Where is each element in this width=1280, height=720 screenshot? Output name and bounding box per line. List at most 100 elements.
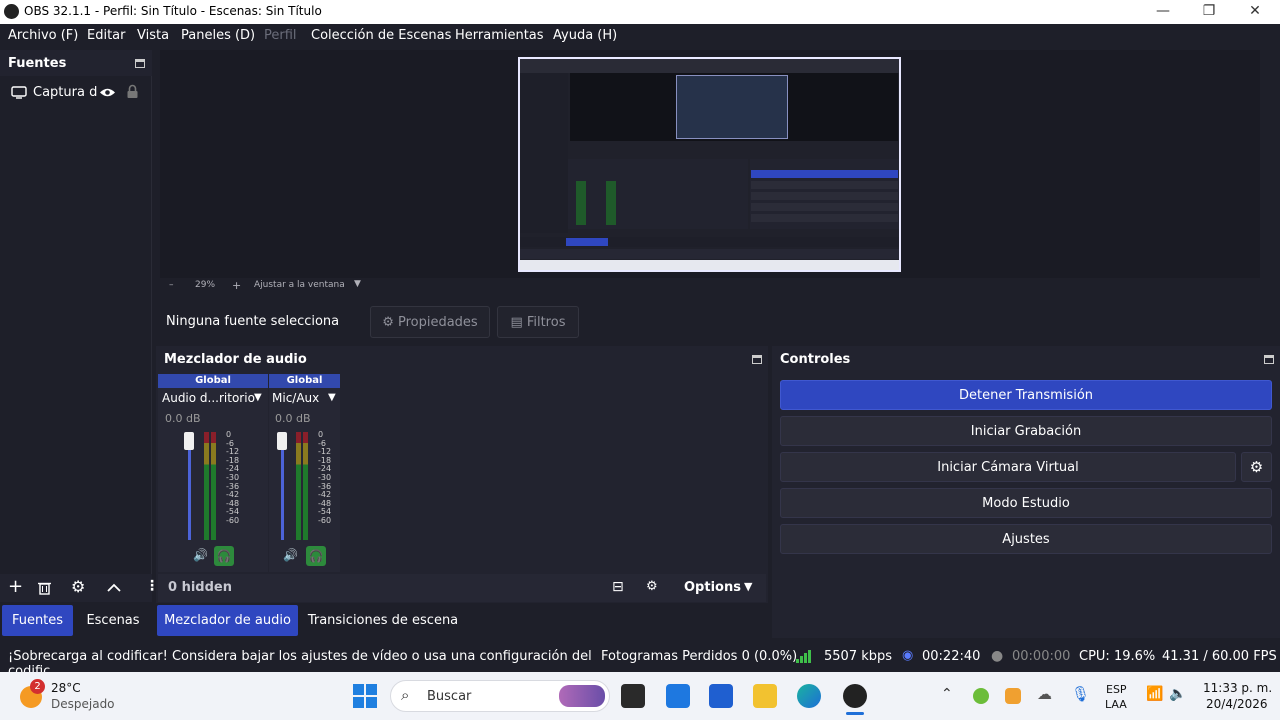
speaker-icon[interactable]: 🔊 bbox=[193, 548, 208, 562]
eye-icon[interactable] bbox=[99, 87, 116, 98]
volume-slider-handle[interactable] bbox=[184, 432, 194, 450]
chevron-down-icon[interactable]: ▼ bbox=[328, 392, 336, 403]
meter-scale: 0 -6 -12 -18 -24 -30 -36 -42 -48 -54 -60 bbox=[226, 430, 240, 525]
zoom-in-icon[interactable]: + bbox=[232, 279, 241, 292]
clock-date[interactable]: 20/4/2026 bbox=[1206, 697, 1268, 711]
hidden-count: 0 hidden bbox=[168, 580, 232, 595]
mixer-channel: Global Audio d...ritorio ▼ 0.0 dB 0 -6 -12… bbox=[158, 374, 268, 572]
stream-icon: ◉ bbox=[902, 648, 914, 663]
filters-button[interactable]: ▤ Filtros bbox=[497, 306, 579, 338]
cpu-usage: CPU: 19.6% bbox=[1079, 649, 1156, 664]
lock-icon[interactable] bbox=[126, 84, 139, 99]
menu-vista[interactable]: Vista bbox=[137, 28, 169, 43]
microphone-icon[interactable]: 🎙 bbox=[1071, 685, 1090, 703]
active-app-indicator bbox=[846, 712, 864, 715]
fps: 41.31 / 60.00 FPS bbox=[1162, 649, 1277, 664]
mixer-title: Mezclador de audio bbox=[164, 352, 307, 367]
headphones-icon[interactable]: 🎧 bbox=[214, 546, 234, 566]
taskbar-search[interactable]: ⌕ Buscar bbox=[390, 680, 610, 712]
gear-icon[interactable]: ⚙ bbox=[71, 577, 85, 596]
file-explorer-icon[interactable] bbox=[753, 684, 777, 708]
options-button[interactable]: Options bbox=[684, 580, 741, 595]
volume-slider-handle[interactable] bbox=[277, 432, 287, 450]
meter-scale: 0 -6 -12 -18 -24 -30 -36 -42 -48 -54 -60 bbox=[318, 430, 332, 525]
context-bar: Ninguna fuente selecciona bbox=[156, 302, 1280, 342]
search-icon: ⌕ bbox=[401, 686, 410, 704]
tray-app-icon[interactable] bbox=[973, 688, 989, 704]
virtual-camera-button[interactable]: Iniciar Cámara Virtual bbox=[780, 452, 1236, 482]
speaker-icon[interactable]: 🔊 bbox=[283, 548, 298, 562]
menu-perfil[interactable]: Perfil bbox=[264, 28, 297, 43]
mixer-toolbar: 0 hidden ⊟ ⚙ Options ▼ bbox=[158, 574, 766, 602]
tab-transiciones[interactable]: Transiciones de escena bbox=[302, 605, 464, 636]
task-view-icon[interactable] bbox=[621, 684, 645, 708]
weather-desc: Despejado bbox=[51, 697, 115, 711]
sources-dock: Fuentes bbox=[0, 50, 152, 600]
weather-temp: 28°C bbox=[51, 681, 81, 695]
menu-editar[interactable]: Editar bbox=[87, 28, 126, 43]
undock-icon[interactable] bbox=[752, 355, 762, 364]
menu-ayuda[interactable]: Ayuda (H) bbox=[553, 28, 617, 43]
microsoft-store-icon[interactable] bbox=[709, 684, 733, 708]
add-source-icon[interactable]: + bbox=[8, 576, 23, 597]
level-meter bbox=[296, 432, 301, 540]
monitor-icon bbox=[11, 86, 27, 99]
source-label: Captura d bbox=[33, 85, 98, 100]
wifi-icon[interactable]: 📶 bbox=[1146, 686, 1163, 702]
bitrate: 5507 kbps bbox=[824, 649, 893, 664]
filters-label: Filtros bbox=[526, 314, 566, 330]
zoom-level: 29% bbox=[195, 280, 216, 290]
properties-button[interactable]: ⚙ Propiedades bbox=[370, 306, 490, 338]
maximize-button[interactable]: ❐ bbox=[1186, 0, 1232, 24]
zoom-out-icon[interactable]: – bbox=[169, 280, 174, 290]
advanced-settings-icon[interactable]: ⚙ bbox=[646, 579, 658, 594]
menu-coleccion-escenas[interactable]: Colección de Escenas bbox=[311, 28, 451, 43]
undock-icon[interactable] bbox=[1264, 355, 1274, 364]
notification-badge: 2 bbox=[30, 679, 45, 694]
settings-button[interactable]: Ajustes bbox=[780, 524, 1272, 554]
preview-canvas bbox=[518, 57, 901, 272]
tab-mezclador[interactable]: Mezclador de audio bbox=[157, 605, 298, 636]
chevron-up-icon[interactable]: ⌃ bbox=[941, 686, 953, 702]
obs-taskbar-icon[interactable] bbox=[843, 684, 867, 708]
stop-stream-button[interactable]: Detener Transmisión bbox=[780, 380, 1272, 410]
source-item[interactable]: Captura d bbox=[6, 83, 152, 103]
tab-fuentes[interactable]: Fuentes bbox=[2, 605, 73, 636]
controls-title: Controles bbox=[780, 352, 851, 367]
menu-herramientas[interactable]: Herramientas bbox=[455, 28, 544, 43]
chevron-up-icon[interactable] bbox=[107, 583, 121, 592]
fit-window-label[interactable]: Ajustar a la ventana bbox=[254, 280, 345, 290]
language-bottom[interactable]: LAA bbox=[1105, 698, 1127, 711]
language-top[interactable]: ESP bbox=[1106, 683, 1127, 696]
virtual-camera-settings-icon[interactable]: ⚙ bbox=[1241, 452, 1272, 482]
headphones-icon[interactable]: 🎧 bbox=[306, 546, 326, 566]
channel-scope: Global bbox=[269, 374, 340, 388]
menu-archivo[interactable]: Archivo (F) bbox=[8, 28, 78, 43]
volume-icon[interactable]: 🔈 bbox=[1169, 686, 1186, 702]
channel-name[interactable]: Audio d...ritorio bbox=[162, 391, 255, 405]
level-meter bbox=[204, 432, 209, 540]
cloud-icon[interactable]: ☁ bbox=[1037, 685, 1052, 703]
search-highlight-image bbox=[559, 685, 605, 707]
menu-paneles[interactable]: Paneles (D) bbox=[181, 28, 255, 43]
signal-icon bbox=[796, 650, 811, 663]
channel-scope: Global bbox=[158, 374, 268, 388]
trash-icon[interactable] bbox=[38, 581, 51, 595]
minimize-button[interactable]: — bbox=[1140, 0, 1186, 24]
chevron-down-icon[interactable]: ▼ bbox=[254, 392, 262, 403]
level-meter bbox=[211, 432, 216, 540]
close-button[interactable]: ✕ bbox=[1232, 0, 1278, 24]
channel-name[interactable]: Mic/Aux bbox=[272, 391, 319, 405]
studio-mode-button[interactable]: Modo Estudio bbox=[780, 488, 1272, 518]
store-app-icon[interactable] bbox=[666, 684, 690, 708]
chevron-down-icon[interactable]: ▼ bbox=[354, 279, 361, 289]
edge-icon[interactable] bbox=[797, 684, 821, 708]
layout-icon[interactable]: ⊟ bbox=[612, 579, 624, 595]
undock-icon[interactable] bbox=[135, 59, 145, 68]
start-recording-button[interactable]: Iniciar Grabación bbox=[780, 416, 1272, 446]
clock-time[interactable]: 11:33 p. m. bbox=[1203, 681, 1272, 695]
chevron-down-icon[interactable]: ▼ bbox=[744, 580, 752, 593]
tray-sync-icon[interactable] bbox=[1005, 688, 1021, 704]
tab-escenas[interactable]: Escenas bbox=[79, 605, 147, 636]
start-windows-icon[interactable] bbox=[353, 684, 377, 708]
